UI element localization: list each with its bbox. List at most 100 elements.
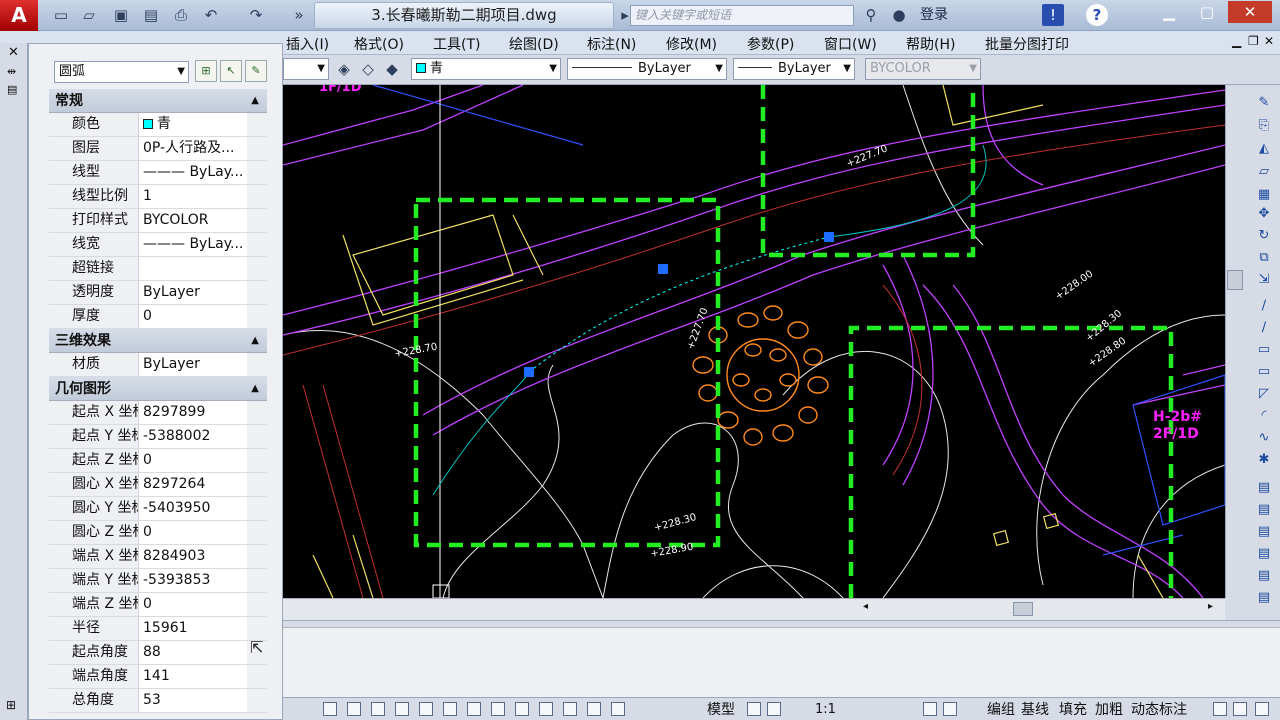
maximize-button[interactable]: ▢ (1188, 1, 1226, 23)
explode-icon[interactable]: ✱ (1254, 452, 1274, 468)
osnap-icon[interactable] (419, 702, 433, 716)
property-value[interactable]: ByLayer (139, 353, 247, 376)
layer-tool-icon-1[interactable]: ▤ (1254, 480, 1274, 496)
arc-start-grip[interactable] (524, 367, 534, 377)
login-button[interactable]: 登录 (916, 3, 952, 27)
close-window-button[interactable]: ✕ (1228, 1, 1272, 23)
palette-settings-icon[interactable]: ▤ (7, 83, 17, 96)
property-row[interactable]: 颜色 青 (49, 113, 267, 137)
drawing-viewport[interactable]: +227.70 +228.70 +228.00 +228.30 +228.30 … (283, 85, 1225, 598)
break-icon[interactable]: ▭ (1254, 342, 1274, 358)
property-row[interactable]: 超链接 (49, 257, 267, 281)
layout-icon-1[interactable] (747, 702, 761, 716)
join-icon[interactable]: ▭ (1254, 364, 1274, 380)
save-as-icon[interactable]: ▤ (140, 4, 162, 26)
property-value[interactable]: 0 (139, 305, 247, 328)
command-line[interactable] (283, 620, 1280, 697)
layer-state-icon[interactable]: ◈ (333, 58, 355, 80)
quick-select-icon[interactable]: ✎ (245, 60, 267, 82)
lwt-icon[interactable] (515, 702, 529, 716)
qp-icon[interactable] (563, 702, 577, 716)
property-row[interactable]: 圆心 X 坐标8297264 (49, 473, 267, 497)
property-row[interactable]: 起点 X 坐标8297899 (49, 401, 267, 425)
arc-end-grip[interactable] (824, 232, 834, 242)
property-value[interactable]: 8297264 (139, 473, 247, 496)
stretch-icon[interactable]: ⇲ (1254, 272, 1274, 288)
print-icon[interactable]: ⎙ (170, 4, 192, 26)
property-value[interactable]: BYCOLOR (139, 209, 247, 232)
property-value[interactable]: 8284903 (139, 545, 247, 568)
layer-tool-icon-6[interactable]: ▤ (1254, 590, 1274, 606)
plotstyle-dropdown[interactable]: BYCOLOR ▼ (865, 58, 981, 80)
property-row[interactable]: 端点 Z 坐标0 (49, 593, 267, 617)
doc-restore-icon[interactable]: ❐ (1248, 34, 1259, 48)
erase-icon[interactable]: ✎ (1254, 95, 1274, 111)
property-row[interactable]: 线宽 ——— ByLay... (49, 233, 267, 257)
color-dropdown[interactable]: 青 ▼ (411, 58, 561, 80)
tool-dynamic-dim[interactable]: 动态标注 (1131, 700, 1187, 720)
menu-format[interactable]: 格式(O) (354, 34, 404, 54)
model-button[interactable]: 模型 (707, 700, 735, 720)
section-3d[interactable]: 三维效果 ▲ (49, 329, 267, 353)
layer-match-icon[interactable]: ◆ (381, 58, 403, 80)
layer-dropdown[interactable]: ▼ (283, 58, 329, 80)
new-file-icon[interactable]: ▭ (50, 4, 72, 26)
property-value[interactable]: 88 (139, 641, 247, 664)
layer-tool-icon-5[interactable]: ▤ (1254, 568, 1274, 584)
dyn-icon[interactable] (491, 702, 505, 716)
layer-tool-icon-4[interactable]: ▤ (1254, 546, 1274, 562)
offset-icon[interactable]: ⏥ (1254, 164, 1274, 180)
doc-minimize-icon[interactable]: ▁ (1232, 34, 1241, 48)
select-objects-icon[interactable]: ↖ (220, 60, 242, 82)
toggle-pickadd-icon[interactable]: ⊞ (195, 60, 217, 82)
tpy-icon[interactable] (539, 702, 553, 716)
chamfer-icon[interactable]: ◸ (1254, 386, 1274, 402)
layer-tool-icon-2[interactable]: ▤ (1254, 502, 1274, 518)
layer-tool-icon-3[interactable]: ▤ (1254, 524, 1274, 540)
hardware-icon[interactable] (1233, 702, 1247, 716)
doc-close-icon[interactable]: ✕ (1264, 34, 1274, 48)
user-icon[interactable]: ● (888, 4, 910, 26)
tool-fill[interactable]: 填充 (1059, 700, 1087, 720)
otrack-icon[interactable] (443, 702, 457, 716)
redo-icon[interactable]: ↷ (245, 4, 267, 26)
property-row[interactable]: 端点 X 坐标8284903 (49, 545, 267, 569)
property-row[interactable]: 线型 ——— ByLay... (49, 161, 267, 185)
property-row[interactable]: 透明度 ByLayer (49, 281, 267, 305)
menu-batch-print[interactable]: 批量分图打印 (985, 34, 1069, 54)
property-value[interactable]: 15961 (139, 617, 247, 640)
property-value[interactable]: 8297899 (139, 401, 247, 424)
property-row[interactable]: 端点 Y 坐标 -5393853 (49, 569, 267, 593)
blend-icon[interactable]: ∿ (1254, 430, 1274, 446)
clean-screen-icon[interactable] (1255, 702, 1269, 716)
property-value[interactable]: 141 (139, 665, 247, 688)
property-value[interactable]: 0 (139, 521, 247, 544)
grid-icon[interactable] (347, 702, 361, 716)
extend-icon[interactable]: ∕ (1254, 320, 1274, 336)
binoculars-icon[interactable]: ⚲ (860, 4, 882, 26)
property-value[interactable] (139, 257, 247, 280)
property-row[interactable]: 线型比例 1 (49, 185, 267, 209)
tool-bold[interactable]: 加粗 (1095, 700, 1123, 720)
palette-close-icon[interactable]: ✕ (8, 45, 19, 60)
rotate-icon[interactable]: ↻ (1254, 228, 1274, 244)
property-row[interactable]: 圆心 Y 坐标 -5403950 (49, 497, 267, 521)
property-value[interactable]: 0 (139, 593, 247, 616)
vertical-scrollbar-thumb[interactable] (1227, 270, 1243, 290)
property-value[interactable]: -5388002 (139, 425, 247, 448)
property-row[interactable]: 半径 15961 (49, 617, 267, 641)
annotation-scale[interactable]: 1:1 (815, 700, 836, 720)
object-type-select[interactable]: 圆弧 ▼ (54, 61, 189, 83)
collapse-icon[interactable]: ▲ (251, 329, 259, 353)
palette-autohide-icon[interactable]: ⇹ (7, 65, 16, 78)
menu-modify[interactable]: 修改(M) (666, 34, 717, 54)
property-row[interactable]: 打印样式 BYCOLOR (49, 209, 267, 233)
menu-window[interactable]: 窗口(W) (824, 34, 877, 54)
property-row[interactable]: 图层 0P-人行路及... (49, 137, 267, 161)
arc-mid-grip[interactable] (658, 264, 668, 274)
collapse-icon[interactable]: ▲ (251, 377, 259, 401)
mirror-icon[interactable]: ◭ (1254, 141, 1274, 157)
fillet-icon[interactable]: ◜ (1254, 408, 1274, 424)
property-value[interactable]: ——— ByLay... (139, 161, 247, 184)
property-row[interactable]: 圆心 Z 坐标0 (49, 521, 267, 545)
